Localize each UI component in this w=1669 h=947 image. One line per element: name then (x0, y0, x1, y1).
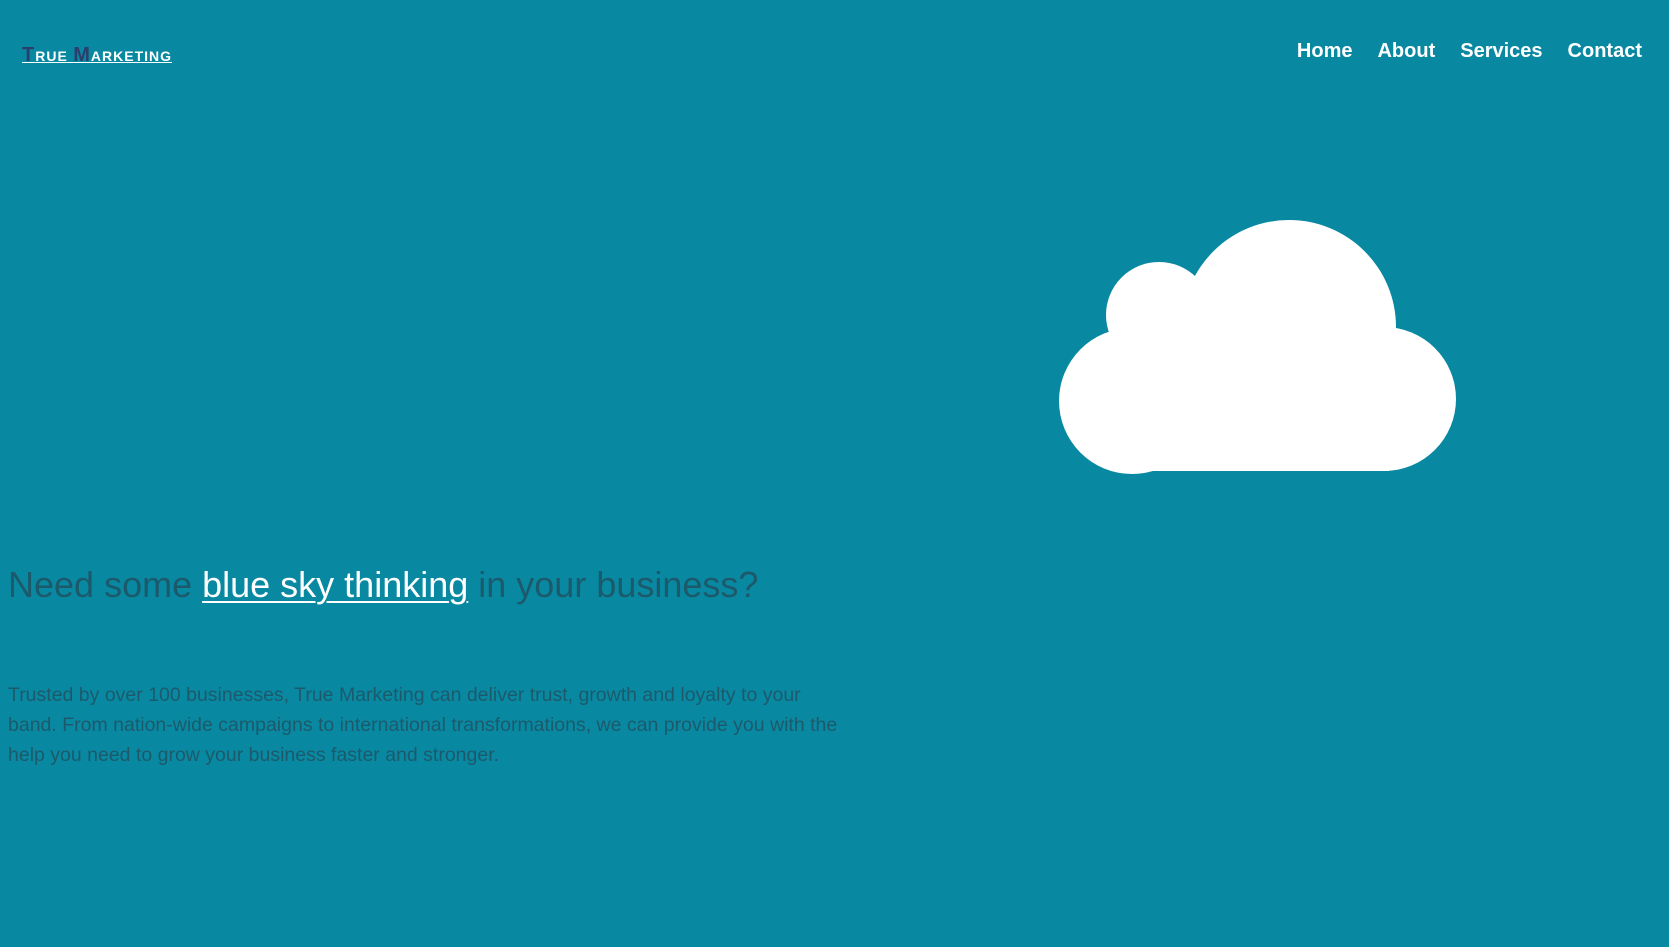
hero-description: Trusted by over 100 businesses, True Mar… (8, 684, 838, 766)
logo-rest-arketing: ARKETING (90, 48, 173, 64)
logo[interactable]: TRUE MARKETING (22, 44, 172, 67)
logo-cap-t: T (22, 44, 36, 66)
nav-about-link[interactable]: About (1377, 40, 1435, 63)
nav-contact-link[interactable]: Contact (1568, 40, 1642, 63)
headline-prefix: Need some (8, 564, 203, 605)
nav-services-link[interactable]: Services (1460, 40, 1542, 63)
logo-cap-m: M (73, 44, 91, 66)
cloud-icon (1059, 220, 1456, 474)
hero-headline: Need some blue sky thinking in your busi… (8, 564, 758, 606)
headline-suffix: in your business? (468, 564, 759, 605)
nav-home-link[interactable]: Home (1297, 40, 1353, 63)
logo-rest-rue: RUE (35, 48, 68, 64)
headline-highlight-link[interactable]: blue sky thinking (202, 564, 468, 605)
main-nav: Home About Services Contact (1297, 40, 1642, 63)
